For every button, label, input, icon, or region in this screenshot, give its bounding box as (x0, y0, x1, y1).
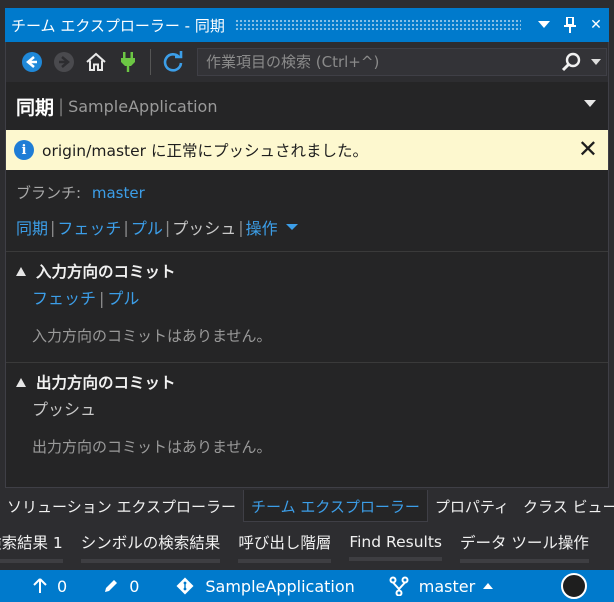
pencil-icon (105, 580, 118, 592)
tab-team-explorer[interactable]: チーム エクスプローラー (243, 490, 428, 522)
forward-button[interactable] (48, 46, 80, 78)
status-pending-edits[interactable]: 0 (103, 577, 139, 596)
action-separator: | (123, 217, 129, 237)
project-name: SampleApplication (68, 96, 218, 116)
pin-button[interactable] (557, 10, 583, 40)
toolbar-separator (150, 49, 151, 75)
sync-link[interactable]: 同期 (16, 215, 48, 239)
collapse-triangle-icon[interactable] (16, 266, 26, 276)
incoming-links: フェッチ | プル (14, 282, 608, 309)
tab-search-results-1[interactable]: 検索結果 1 (0, 531, 63, 563)
window-title: チーム エクスプローラー - 同期 (11, 16, 225, 35)
caret-up-icon (483, 583, 494, 589)
home-icon (86, 52, 106, 71)
tool-window-tabs: ソリューション エクスプローラー チーム エクスプローラー プロパティ クラス … (0, 490, 614, 522)
action-separator: | (238, 217, 244, 237)
operations-menu[interactable]: 操作 (246, 215, 278, 239)
repository-name: SampleApplication (205, 576, 355, 596)
outgoing-links: プッシュ (14, 393, 608, 420)
home-button[interactable] (80, 46, 112, 78)
window-dropdown-button[interactable] (531, 10, 557, 40)
action-separator: | (164, 217, 171, 237)
output-window-tabs: 検索結果 1 シンボルの検索結果 呼び出し階層 Find Results データ… (0, 528, 614, 566)
window-titlebar: チーム エクスプローラー - 同期 ✕ (5, 8, 609, 42)
outgoing-push-disabled: プッシュ (32, 400, 97, 419)
collapse-triangle-icon[interactable] (16, 377, 26, 387)
action-separator: | (50, 217, 56, 237)
incoming-empty-text: 入力方向のコミットはありません。 (32, 327, 272, 345)
refresh-icon (163, 51, 183, 72)
edits-count: 0 (129, 576, 140, 596)
branch-name: master (418, 576, 476, 596)
status-branch[interactable]: master (389, 576, 494, 596)
sync-actions: 同期 | フェッチ | プル | プッシュ | 操作 (6, 203, 608, 239)
tab-find-results[interactable]: Find Results (349, 533, 442, 561)
work-item-search (197, 48, 607, 76)
push-action-disabled: プッシュ (172, 219, 237, 238)
operations-dropdown-icon[interactable] (285, 224, 298, 230)
window-close-button[interactable]: ✕ (583, 10, 609, 40)
branch-row: ブランチ: master (6, 170, 608, 203)
branch-link[interactable]: master (92, 184, 145, 202)
page-title: 同期 (16, 96, 55, 119)
toolbar (6, 42, 608, 82)
chevron-down-icon (538, 21, 550, 28)
notification-message: origin/master に正常にプッシュされました。 (42, 142, 368, 160)
forward-arrow-icon (54, 52, 74, 72)
tab-properties[interactable]: プロパティ (428, 490, 516, 522)
plug-icon (121, 52, 135, 72)
tab-call-hierarchy[interactable]: 呼び出し階層 (238, 531, 332, 563)
chevron-down-icon (591, 59, 601, 65)
close-icon: ✕ (590, 17, 602, 33)
refresh-button[interactable] (157, 46, 189, 78)
info-icon: i (14, 140, 34, 160)
notification-bar: i origin/master に正常にプッシュされました。 ✕ (6, 130, 608, 170)
incoming-commits-section: 入力方向のコミット フェッチ | プル 入力方向のコミットはありません。 (6, 252, 608, 362)
search-button[interactable] (556, 49, 586, 75)
link-separator: | (99, 289, 105, 308)
page-menu-dropdown[interactable] (584, 100, 596, 107)
fetch-link[interactable]: フェッチ (57, 215, 121, 239)
back-button[interactable] (16, 46, 48, 78)
notification-close-button[interactable]: ✕ (578, 137, 598, 161)
page-header: 同期 | SampleApplication (6, 82, 608, 130)
outgoing-empty-text: 出力方向のコミットはありません。 (32, 438, 272, 456)
status-incoming-commits[interactable]: 0 (33, 577, 67, 596)
pull-link[interactable]: プル (131, 215, 163, 239)
incoming-commits-header[interactable]: 入力方向のコミット (14, 260, 608, 282)
git-branch-icon (389, 576, 409, 596)
search-input[interactable] (198, 49, 556, 75)
team-explorer-panel: 同期 | SampleApplication i origin/master に… (5, 42, 609, 488)
incoming-fetch-link[interactable]: フェッチ (32, 289, 96, 308)
header-separator: | (58, 95, 65, 117)
branch-label: ブランチ: (16, 184, 82, 202)
circle-status-icon (561, 573, 587, 599)
incoming-pull-link[interactable]: プル (107, 289, 139, 308)
tab-class-view[interactable]: クラス ビュー (516, 490, 614, 522)
tab-data-tools-operations[interactable]: データ ツール操作 (459, 531, 589, 563)
search-icon (561, 52, 581, 72)
tab-symbol-search-results[interactable]: シンボルの検索結果 (80, 531, 220, 563)
status-notifications[interactable] (561, 573, 587, 599)
arrow-up-icon (33, 578, 47, 593)
titlebar-grip[interactable] (234, 19, 521, 31)
search-options-dropdown[interactable] (586, 49, 606, 75)
git-repo-icon (176, 577, 194, 595)
status-repository[interactable]: SampleApplication (175, 576, 355, 596)
tab-solution-explorer[interactable]: ソリューション エクスプローラー (0, 490, 243, 522)
status-bar: 0 0 SampleApplication master (0, 570, 614, 602)
incoming-count: 0 (57, 576, 68, 596)
back-arrow-icon (22, 52, 42, 72)
outgoing-commits-section: 出力方向のコミット プッシュ 出力方向のコミットはありません。 (6, 363, 608, 473)
outgoing-commits-title: 出力方向のコミット (36, 374, 176, 392)
pin-icon (564, 17, 576, 33)
connect-button[interactable] (112, 46, 144, 78)
incoming-commits-title: 入力方向のコミット (36, 263, 176, 281)
outgoing-commits-header[interactable]: 出力方向のコミット (14, 371, 608, 393)
